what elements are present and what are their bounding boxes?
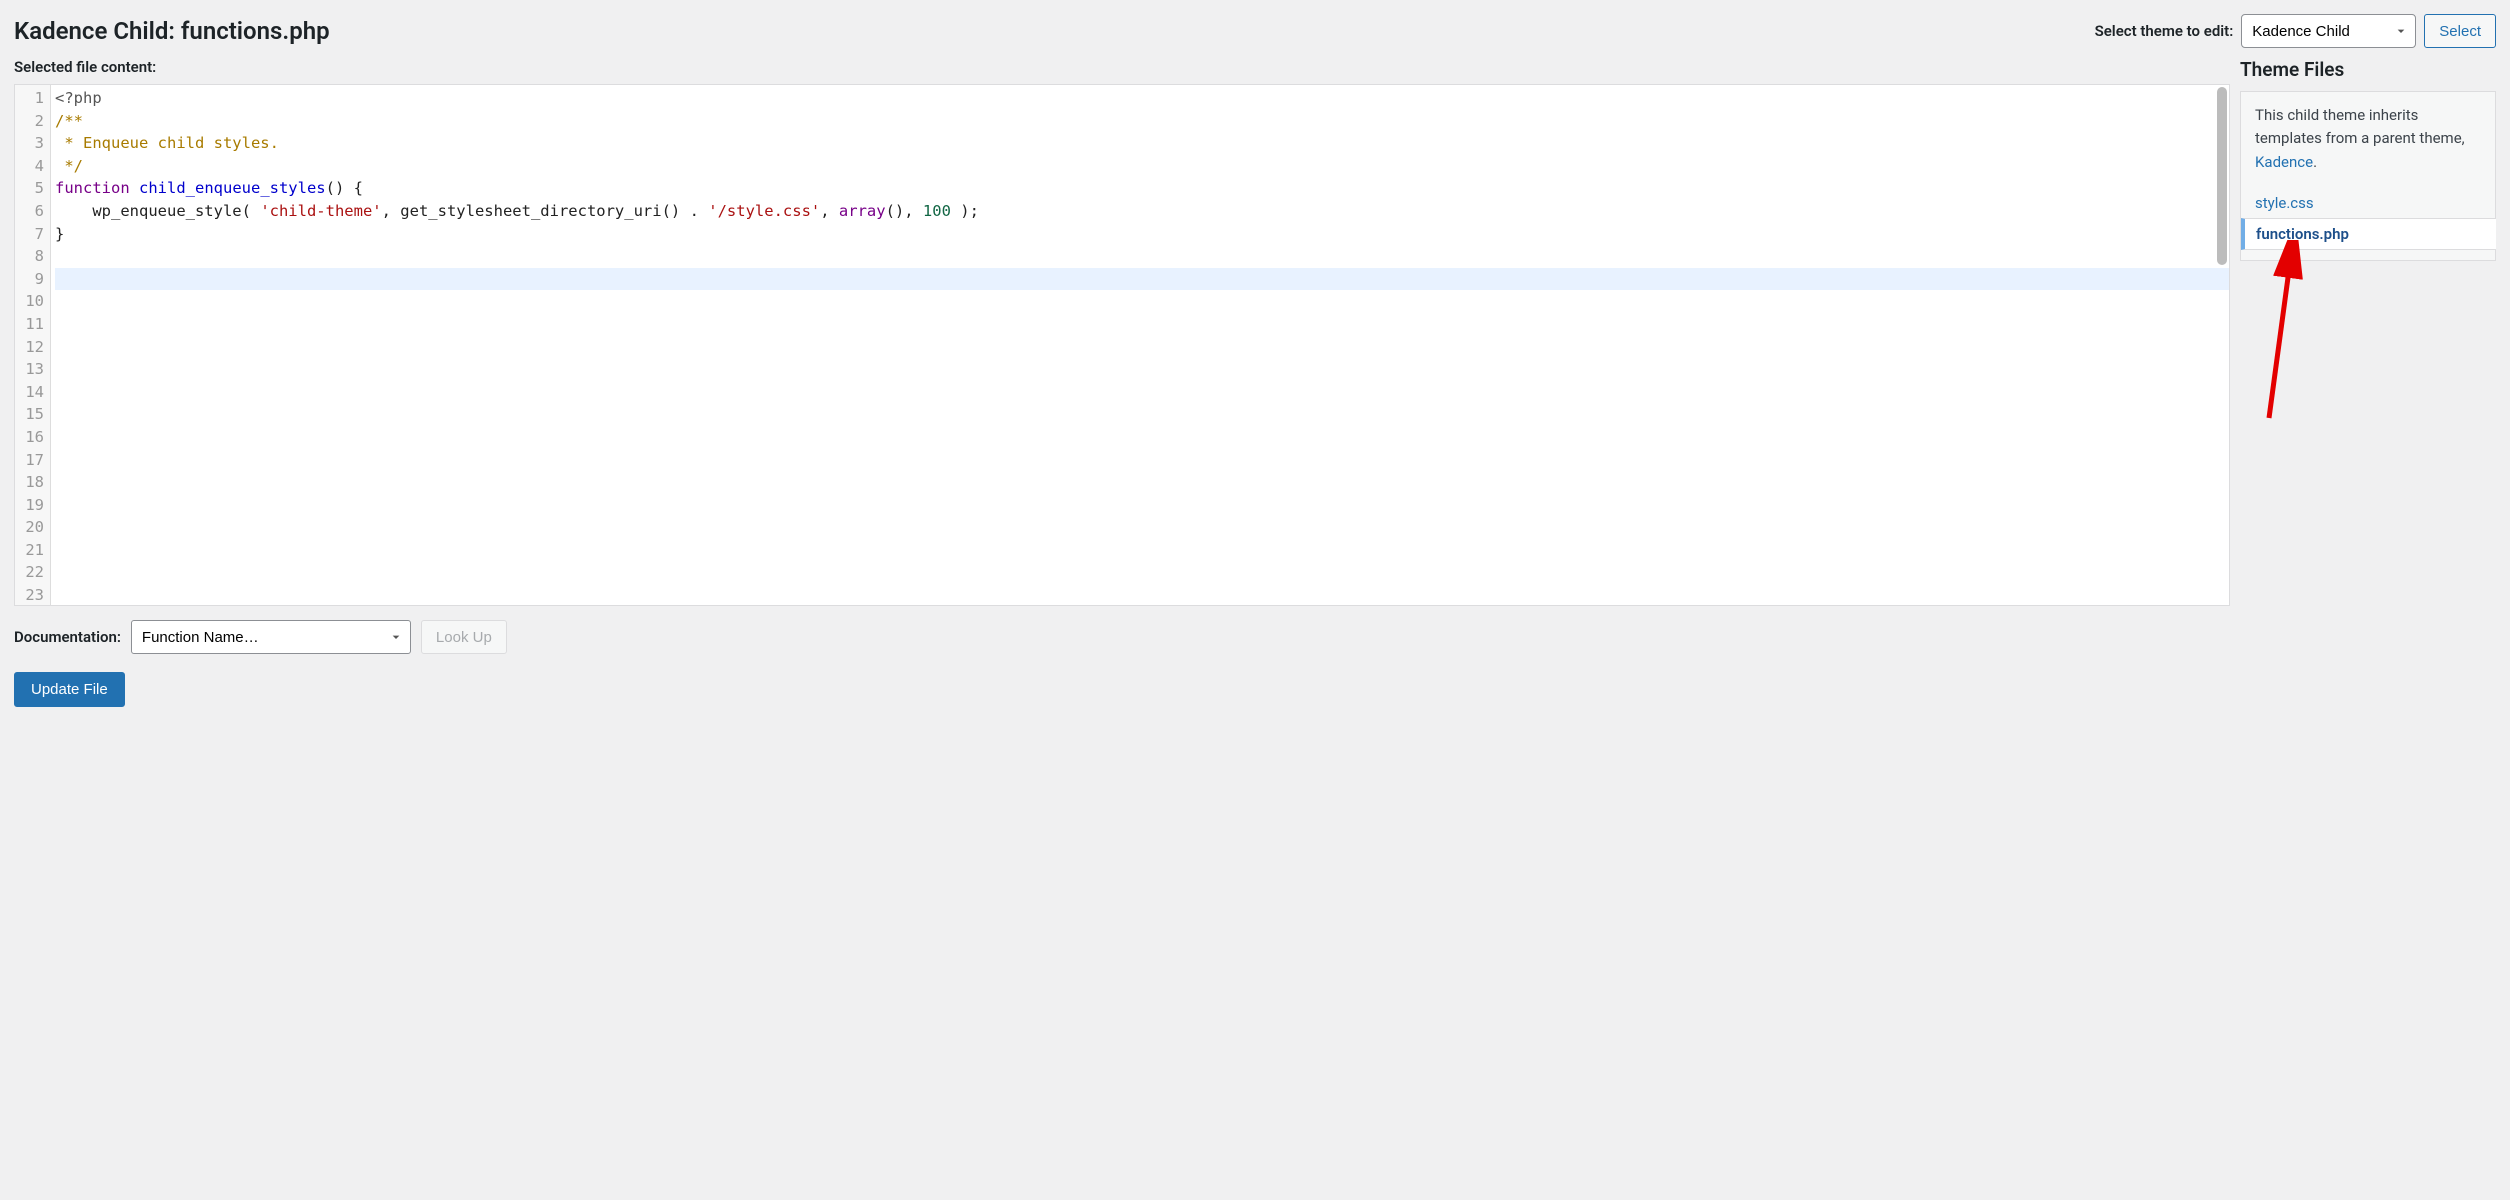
line-number: 22 xyxy=(19,561,44,584)
line-number: 16 xyxy=(19,426,44,449)
line-number: 14 xyxy=(19,381,44,404)
lookup-button[interactable]: Look Up xyxy=(421,620,507,654)
code-line[interactable]: wp_enqueue_style( 'child-theme', get_sty… xyxy=(55,200,2229,223)
code-line[interactable] xyxy=(55,268,2229,291)
line-number: 3 xyxy=(19,132,44,155)
line-number: 23 xyxy=(19,584,44,606)
code-line[interactable] xyxy=(55,403,2229,426)
code-line[interactable] xyxy=(55,561,2229,584)
code-line[interactable] xyxy=(55,539,2229,562)
line-number: 17 xyxy=(19,449,44,472)
code-line[interactable] xyxy=(55,494,2229,517)
file-item: functions.php xyxy=(2241,218,2495,250)
theme-files-note: This child theme inherits templates from… xyxy=(2241,92,2495,188)
line-number: 19 xyxy=(19,494,44,517)
file-item: style.css xyxy=(2241,188,2495,218)
line-number: 9 xyxy=(19,268,44,291)
note-suffix: . xyxy=(2313,153,2317,171)
theme-select-label: Select theme to edit: xyxy=(2095,22,2234,40)
code-line[interactable] xyxy=(55,381,2229,404)
code-line[interactable] xyxy=(55,471,2229,494)
line-number: 21 xyxy=(19,539,44,562)
line-number: 2 xyxy=(19,110,44,133)
code-line[interactable] xyxy=(55,313,2229,336)
line-number: 4 xyxy=(19,155,44,178)
line-number: 15 xyxy=(19,403,44,426)
code-line[interactable]: function child_enqueue_styles() { xyxy=(55,177,2229,200)
code-line[interactable]: */ xyxy=(55,155,2229,178)
file-list: style.cssfunctions.php xyxy=(2241,188,2495,260)
line-number: 10 xyxy=(19,290,44,313)
line-number: 6 xyxy=(19,200,44,223)
code-line[interactable]: } xyxy=(55,223,2229,246)
code-line[interactable]: * Enqueue child styles. xyxy=(55,132,2229,155)
line-gutter: 1234567891011121314151617181920212223 xyxy=(15,85,51,605)
line-number: 18 xyxy=(19,471,44,494)
update-file-button[interactable]: Update File xyxy=(14,672,125,707)
code-line[interactable] xyxy=(55,584,2229,605)
scrollbar-thumb[interactable] xyxy=(2217,87,2227,265)
code-line[interactable] xyxy=(55,358,2229,381)
line-number: 13 xyxy=(19,358,44,381)
parent-theme-link[interactable]: Kadence xyxy=(2255,153,2313,171)
code-line[interactable]: /** xyxy=(55,110,2229,133)
file-link[interactable]: functions.php xyxy=(2241,218,2496,250)
code-line[interactable] xyxy=(55,336,2229,359)
code-content[interactable]: <?php/** * Enqueue child styles. */funct… xyxy=(51,85,2229,605)
line-number: 8 xyxy=(19,245,44,268)
theme-select[interactable]: Kadence Child xyxy=(2241,14,2416,48)
note-text: This child theme inherits templates from… xyxy=(2255,106,2465,147)
file-link[interactable]: style.css xyxy=(2241,188,2495,218)
line-number: 7 xyxy=(19,223,44,246)
line-number: 1 xyxy=(19,87,44,110)
theme-select-group: Select theme to edit: Kadence Child Sele… xyxy=(2095,14,2496,48)
theme-files-panel: This child theme inherits templates from… xyxy=(2240,91,2496,261)
code-line[interactable] xyxy=(55,245,2229,268)
code-line[interactable]: <?php xyxy=(55,87,2229,110)
selected-file-label: Selected file content: xyxy=(14,58,2230,76)
code-line[interactable] xyxy=(55,516,2229,539)
theme-files-heading: Theme Files xyxy=(2240,58,2496,81)
code-line[interactable] xyxy=(55,290,2229,313)
line-number: 5 xyxy=(19,177,44,200)
line-number: 20 xyxy=(19,516,44,539)
documentation-select[interactable]: Function Name… xyxy=(131,620,411,654)
code-line[interactable] xyxy=(55,426,2229,449)
code-line[interactable] xyxy=(55,449,2229,472)
select-button[interactable]: Select xyxy=(2424,14,2496,48)
line-number: 11 xyxy=(19,313,44,336)
page-title: Kadence Child: functions.php xyxy=(14,17,330,45)
documentation-label: Documentation: xyxy=(14,628,121,646)
code-editor[interactable]: 1234567891011121314151617181920212223 <?… xyxy=(14,84,2230,606)
annotation-arrow-icon xyxy=(2259,240,2303,420)
line-number: 12 xyxy=(19,336,44,359)
